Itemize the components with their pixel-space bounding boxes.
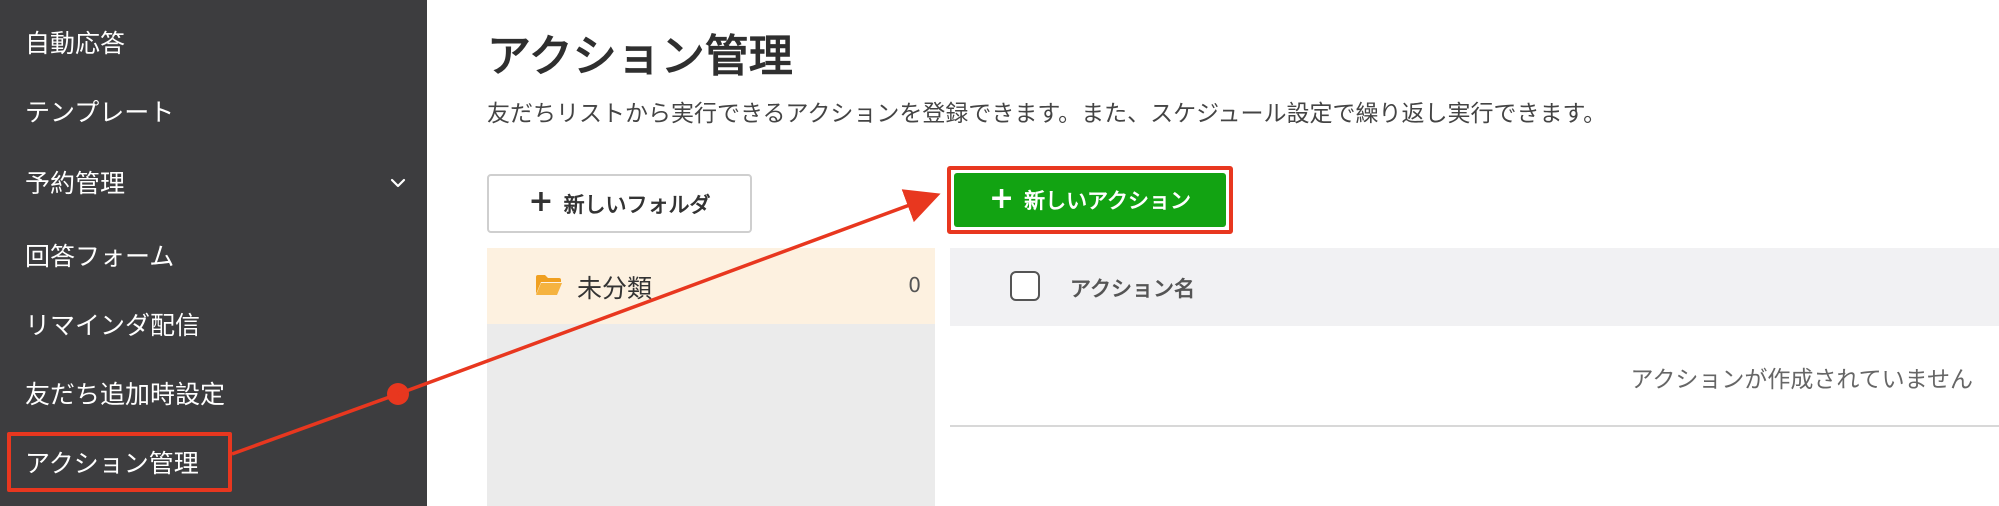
sidebar-item-label: 友だち追加時設定 [25, 380, 226, 409]
sidebar-item-label: 予約管理 [25, 169, 126, 198]
sidebar-item-auto-reply[interactable]: 自動応答 [25, 19, 125, 69]
annotation-highlight-box: + 新しいアクション [947, 166, 1233, 234]
plus-icon: + [988, 180, 1015, 216]
sidebar-item-label: リマインダ配信 [25, 311, 201, 340]
sidebar-item-label: 自動応答 [25, 29, 126, 58]
page-title: アクション管理 [487, 31, 793, 82]
sidebar: 自動応答 テンプレート 予約管理 回答フォーム リマインダ配信 友だち追加時設定… [0, 0, 427, 506]
page-description: 友だちリストから実行できるアクションを登録できます。また、スケジュール設定で繰り… [487, 101, 1607, 127]
sidebar-item-reservations[interactable]: 予約管理 [25, 159, 125, 209]
new-action-button[interactable]: + 新しいアクション [954, 173, 1226, 227]
table-divider [950, 425, 1999, 427]
chevron-down-icon[interactable] [388, 173, 408, 193]
sidebar-item-reminders[interactable]: リマインダ配信 [25, 301, 200, 351]
sidebar-item-friend-add-settings[interactable]: 友だち追加時設定 [25, 370, 225, 420]
folder-count: 0 [908, 273, 921, 297]
folder-item[interactable]: 未分類 0 [487, 248, 935, 324]
new-folder-label: 新しいフォルダ [563, 192, 711, 217]
sidebar-item-label: 回答フォーム [25, 242, 175, 271]
folder-open-icon [536, 275, 562, 295]
sidebar-item-templates[interactable]: テンプレート [25, 88, 174, 138]
sidebar-item-label: テンプレート [25, 98, 175, 127]
annotation-highlight-box [7, 432, 232, 492]
select-all-checkbox[interactable] [1010, 271, 1040, 301]
folder-name: 未分類 [577, 274, 653, 303]
plus-icon: + [528, 184, 554, 219]
column-header-action-name[interactable]: アクション名 [1070, 273, 1195, 303]
new-folder-button[interactable]: + 新しいフォルダ [487, 174, 752, 233]
new-action-label: 新しいアクション [1024, 189, 1192, 213]
empty-state-message: アクションが作成されていません [1630, 367, 1973, 393]
sidebar-item-forms[interactable]: 回答フォーム [25, 232, 174, 282]
folder-panel: 未分類 0 [487, 248, 935, 506]
table-header: アクション名 [950, 248, 1999, 326]
